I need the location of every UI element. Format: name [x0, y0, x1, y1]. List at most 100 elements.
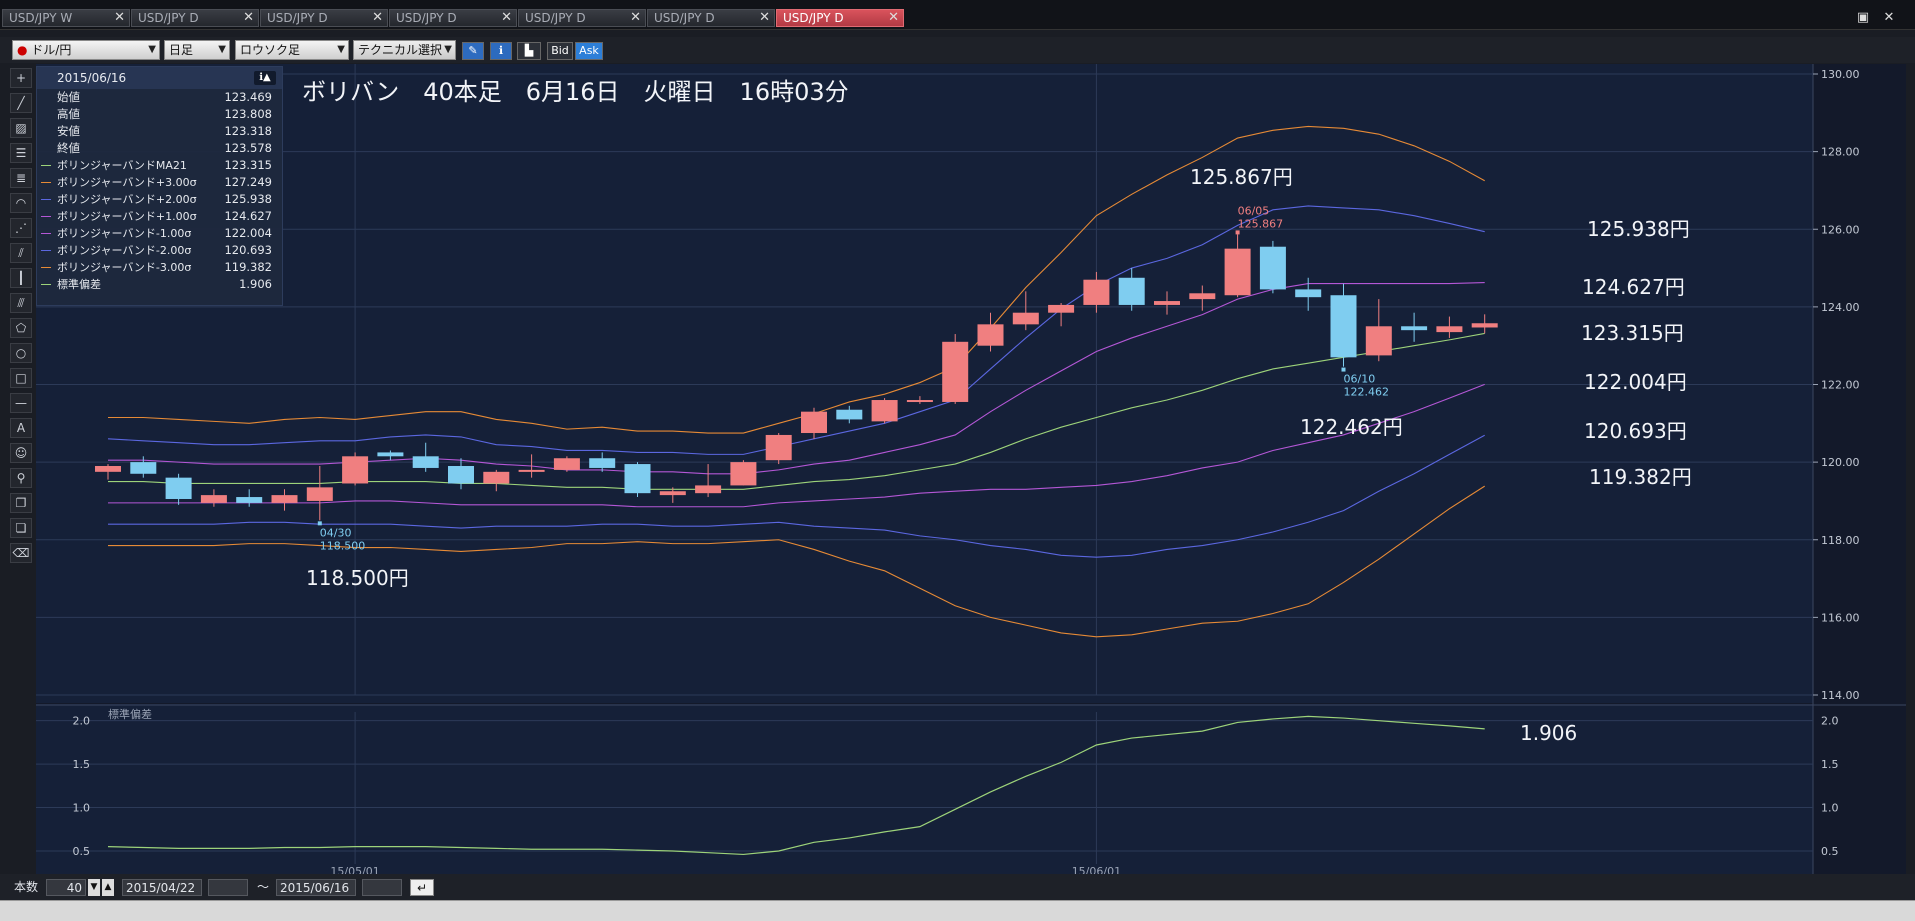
range-bar: 本数 40 ▼ ▲ 2015/04/22 ～ 2015/06/16 ↵: [0, 874, 1915, 900]
annotation-label: 120.693円: [1584, 419, 1687, 443]
tab-usdjpy-d[interactable]: USD/JPY D ✕: [389, 9, 517, 27]
candle-body: [1401, 326, 1428, 331]
fan-lines-icon[interactable]: ⋰: [10, 218, 32, 238]
chart-type-select[interactable]: ロウソク足 ▼: [235, 40, 349, 60]
indicator-row: 標準偏差 1.906: [37, 276, 282, 293]
fan-arc-icon[interactable]: ◠: [10, 193, 32, 213]
row-value: 123.578: [224, 141, 272, 155]
chart-app-window: USD/JPY W ✕ USD/JPY D ✕ USD/JPY D ✕ USD/JPY…: [0, 0, 1915, 921]
chart-title: ボリバン 40本足 6月16日 火曜日 16時03分: [302, 78, 849, 106]
candle-body: [412, 456, 439, 468]
draw-icon[interactable]: ✎: [462, 42, 484, 60]
y-tick-label: 120.00: [1821, 456, 1860, 469]
fib-lines-icon[interactable]: ≣: [10, 168, 32, 188]
horizontal-lines-icon[interactable]: ☰: [10, 143, 32, 163]
low-marker: [317, 521, 322, 526]
row-value: 120.693: [224, 243, 272, 257]
row-value: 124.627: [224, 209, 272, 223]
close-icon[interactable]: ✕: [888, 10, 899, 26]
technical-select[interactable]: テクニカル選択 ▼: [353, 40, 456, 60]
candle-body: [942, 341, 969, 402]
apply-range-icon[interactable]: ↵: [410, 879, 434, 896]
tab-label: USD/JPY W: [9, 11, 73, 25]
hline-icon[interactable]: —: [10, 393, 32, 413]
series-swatch: [41, 284, 51, 285]
trend-line-icon[interactable]: ╱: [10, 93, 32, 113]
symbol-value: ドル/円: [31, 43, 72, 57]
circle-icon[interactable]: ○: [10, 343, 32, 363]
chart-svg[interactable]: 130.00 128.00 126.00 124.00 122.00 120.00 118.…: [36, 64, 1906, 878]
ohlc-row: 安値 123.318: [37, 123, 282, 140]
ohlc-row: 始値 123.469: [37, 89, 282, 106]
sub-y-tick-label-left: 1.0: [73, 802, 91, 815]
sub-y-tick-label-left: 2.0: [73, 715, 91, 728]
chevron-down-icon: ▼: [218, 44, 226, 55]
end-time-input[interactable]: [362, 879, 402, 896]
marker-date: 04/30: [320, 526, 352, 539]
marker-value: 122.462: [1344, 386, 1390, 399]
count-input[interactable]: 40: [46, 879, 86, 896]
indicator-row: ボリンジャーバンド-1.00σ 122.004: [37, 225, 282, 242]
close-icon[interactable]: ✕: [759, 10, 770, 26]
candle-body: [1083, 279, 1110, 305]
symbol-select[interactable]: ● ドル/円 ▼: [12, 40, 160, 60]
sub-y-tick-label-left: 0.5: [73, 845, 91, 858]
start-date-input[interactable]: 2015/04/22: [122, 879, 202, 896]
close-window-icon[interactable]: ✕: [1878, 10, 1900, 26]
vertical-lines-icon[interactable]: ┃: [10, 268, 32, 288]
row-label: ボリンジャーバンド-1.00σ: [57, 227, 192, 240]
row-value: 122.004: [224, 226, 272, 240]
ask-button[interactable]: Ask: [575, 42, 603, 60]
candle-body: [1012, 312, 1039, 325]
close-icon[interactable]: ✕: [372, 10, 383, 26]
magnet-icon[interactable]: ⚲: [10, 468, 32, 488]
channel-icon[interactable]: ⫻: [10, 293, 32, 313]
emoji-icon[interactable]: ☺: [10, 443, 32, 463]
text-icon[interactable]: A: [10, 418, 32, 438]
candle-body: [377, 452, 404, 457]
start-time-input[interactable]: [208, 879, 248, 896]
fib-fan-icon[interactable]: ⫽: [10, 243, 32, 263]
candle-body: [518, 469, 545, 472]
close-icon[interactable]: ✕: [243, 10, 254, 26]
volume-icon[interactable]: ▙: [517, 42, 541, 60]
close-icon[interactable]: ✕: [630, 10, 641, 26]
y-tick-label: 114.00: [1821, 689, 1860, 702]
tab-usdjpy-d[interactable]: USD/JPY D ✕: [518, 9, 646, 27]
copy-icon[interactable]: ❐: [10, 493, 32, 513]
y-tick-label: 122.00: [1821, 379, 1860, 392]
info-toggle-icon[interactable]: ℹ▲: [254, 71, 276, 85]
series-swatch: [41, 250, 51, 251]
annotation-label: 119.382円: [1589, 465, 1692, 489]
ruler-icon[interactable]: ▨: [10, 118, 32, 138]
tab-usdjpy-d-active[interactable]: USD/JPY D ✕: [776, 9, 904, 27]
candle-body: [1224, 248, 1251, 296]
drawing-tools: + ╱ ▨ ☰ ≣ ◠ ⋰ ⫽ ┃ ⫻ ⬠ ○ □ — A ☺ ⚲ ❐ ❏ ⌫: [8, 66, 36, 566]
info-icon[interactable]: ℹ: [490, 42, 512, 60]
ohlc-row: 終値 123.578: [37, 140, 282, 157]
chevron-down-icon: ▼: [337, 44, 345, 55]
indicator-row: ボリンジャーバンド-3.00σ 119.382: [37, 259, 282, 276]
row-value: 123.318: [224, 124, 272, 138]
end-date-input[interactable]: 2015/06/16: [276, 879, 356, 896]
eraser-icon[interactable]: ⌫: [10, 543, 32, 563]
rectangle-icon[interactable]: □: [10, 368, 32, 388]
candle-body: [695, 485, 722, 494]
close-icon[interactable]: ✕: [501, 10, 512, 26]
close-icon[interactable]: ✕: [114, 10, 125, 26]
chart-area[interactable]: 130.00 128.00 126.00 124.00 122.00 120.00 118.…: [36, 64, 1906, 884]
timeframe-select[interactable]: 日足 ▼: [164, 40, 230, 60]
candle-body: [1471, 323, 1498, 328]
polygon-icon[interactable]: ⬠: [10, 318, 32, 338]
crosshair-icon[interactable]: +: [10, 68, 32, 88]
series-swatch: [41, 165, 51, 166]
maximize-icon[interactable]: ▣: [1852, 10, 1874, 26]
tab-usdjpy-d[interactable]: USD/JPY D ✕: [260, 9, 388, 27]
count-up-icon[interactable]: ▲: [102, 879, 114, 896]
bid-button[interactable]: Bid: [547, 42, 573, 60]
tab-usdjpy-w[interactable]: USD/JPY W ✕: [2, 9, 130, 27]
tab-usdjpy-d[interactable]: USD/JPY D ✕: [131, 9, 259, 27]
paste-icon[interactable]: ❏: [10, 518, 32, 538]
tab-usdjpy-d[interactable]: USD/JPY D ✕: [647, 9, 775, 27]
count-down-icon[interactable]: ▼: [88, 879, 100, 896]
